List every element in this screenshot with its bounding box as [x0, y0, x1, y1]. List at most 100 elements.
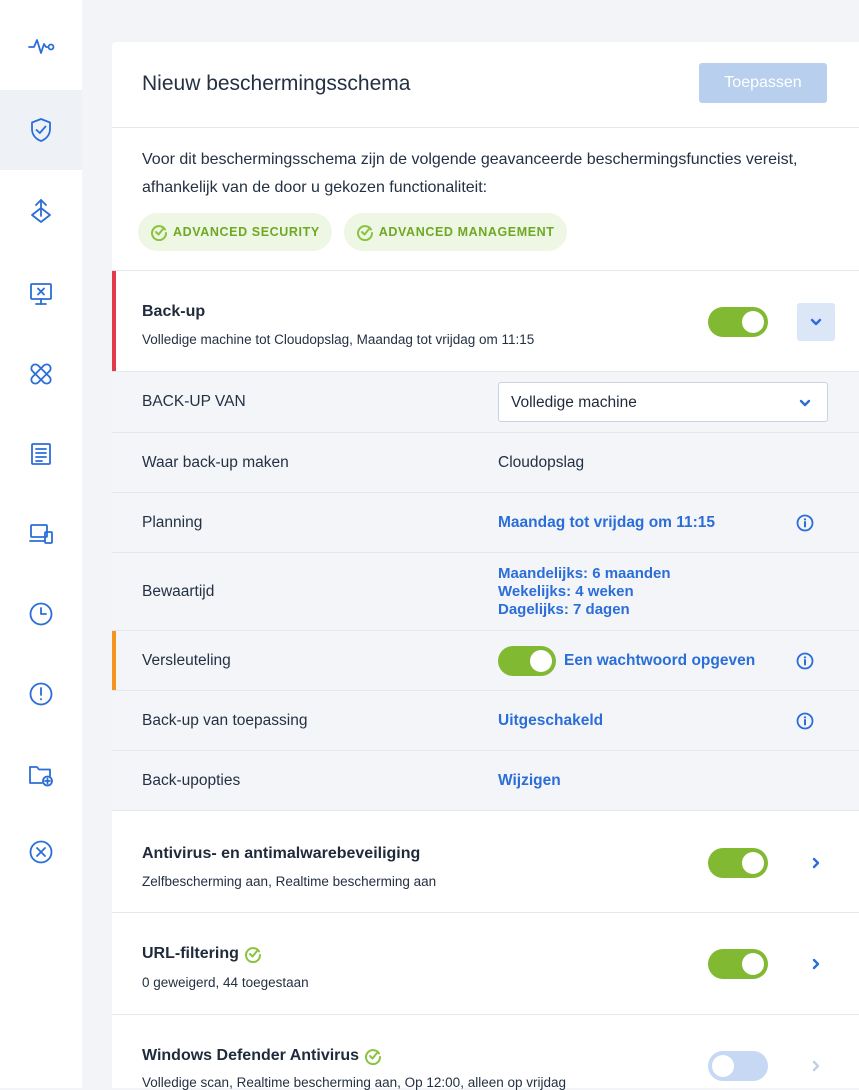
- info-icon[interactable]: [796, 712, 814, 730]
- row-label: Planning: [142, 513, 203, 531]
- encryption-toggle[interactable]: [498, 646, 556, 676]
- chevron-right-icon: [812, 958, 820, 970]
- schedule-link[interactable]: Maandag tot vrijdag om 11:15: [498, 514, 715, 532]
- info-icon[interactable]: [796, 514, 814, 532]
- url-filtering-expand-chevron[interactable]: [806, 954, 826, 974]
- backup-section-header[interactable]: Back-up Volledige machine tot Cloudopsla…: [112, 270, 859, 371]
- deploy-arrows-icon: [31, 199, 51, 223]
- toggle-knob: [530, 650, 552, 672]
- protection-plan-panel: Nieuw beschermingsschema Toepassen Voor …: [112, 42, 859, 1090]
- retention-monthly: Maandelijks: 6 maanden: [498, 565, 671, 582]
- backup-toggle[interactable]: [708, 307, 768, 337]
- error-indicator-bar: [112, 271, 116, 371]
- info-icon[interactable]: [796, 652, 814, 670]
- left-nav-rail: [0, 0, 82, 1088]
- advanced-security-badge: ADVANCED SECURITY: [138, 213, 332, 251]
- chevron-down-icon: [810, 318, 822, 326]
- nav-devices[interactable]: [0, 494, 82, 574]
- monitor-x-icon: [30, 283, 52, 305]
- retention-daily: Dagelijks: 7 dagen: [498, 601, 630, 618]
- nav-protection[interactable]: [0, 90, 82, 170]
- panel-header: Nieuw beschermingsschema Toepassen: [112, 42, 859, 128]
- retention-link[interactable]: Maandelijks: 6 maanden Wekelijks: 4 weke…: [498, 565, 671, 619]
- page-title: Nieuw beschermingsschema: [142, 72, 411, 95]
- advanced-feature-icon: [244, 947, 261, 963]
- backup-options-link[interactable]: Wijzigen: [498, 772, 561, 790]
- nav-close[interactable]: [0, 812, 82, 892]
- row-label: Versleuteling: [142, 651, 231, 669]
- chevron-right-icon: [812, 857, 820, 869]
- destination-value[interactable]: Cloudopslag: [498, 454, 584, 472]
- feature-notice-text: Voor dit beschermingsschema zijn de volg…: [142, 151, 798, 196]
- row-label: Back-upopties: [142, 771, 241, 789]
- defender-title: Windows Defender Antivirus: [142, 1047, 360, 1064]
- devices-icon: [29, 524, 53, 544]
- toggle-knob: [742, 953, 764, 975]
- backup-source-select[interactable]: Volledige machine: [498, 382, 828, 422]
- row-label: Waar back-up maken: [142, 453, 289, 471]
- url-filtering-subtitle: 0 geweigerd, 44 toegestaan: [142, 975, 309, 990]
- backup-collapse-button[interactable]: [797, 303, 835, 341]
- badge-label: ADVANCED MANAGEMENT: [378, 225, 555, 239]
- encryption-password-link[interactable]: Een wachtwoord opgeven: [564, 652, 755, 670]
- row-app-backup: Back-up van toepassing Uitgeschakeld: [112, 690, 859, 750]
- backup-title: Back-up: [142, 303, 206, 320]
- apply-button[interactable]: Toepassen: [699, 63, 827, 103]
- nav-history[interactable]: [0, 574, 82, 654]
- toggle-knob: [742, 852, 764, 874]
- nav-reports[interactable]: [0, 414, 82, 494]
- app-backup-link[interactable]: Uitgeschakeld: [498, 712, 603, 730]
- advanced-management-badge: ADVANCED MANAGEMENT: [343, 213, 567, 251]
- row-backup-source: BACK-UP VAN Volledige machine: [112, 371, 859, 432]
- badge-check-icon: [356, 225, 373, 241]
- nav-remediation[interactable]: [0, 334, 82, 414]
- bandage-icon: [30, 363, 52, 385]
- close-circle-icon: [29, 840, 53, 864]
- retention-weekly: Wekelijks: 4 weken: [498, 583, 634, 600]
- folder-add-icon: [29, 766, 53, 787]
- select-chevron: [795, 393, 815, 413]
- antivirus-toggle[interactable]: [708, 848, 768, 878]
- row-label: BACK-UP VAN: [142, 393, 246, 410]
- windows-defender-section[interactable]: Windows Defender Antivirus Volledige sca…: [112, 1014, 859, 1090]
- row-retention: Bewaartijd Maandelijks: 6 maanden Wekeli…: [112, 552, 859, 630]
- nav-remote-desktop[interactable]: [0, 254, 82, 334]
- advanced-feature-icon: [365, 1049, 382, 1065]
- nav-alerts[interactable]: [0, 654, 82, 734]
- warning-indicator-bar: [112, 631, 116, 690]
- feature-badges: ADVANCED SECURITY ADVANCED MANAGEMENT: [138, 213, 567, 251]
- nav-monitoring[interactable]: [0, 6, 82, 86]
- nav-deployment[interactable]: [0, 172, 82, 252]
- row-schedule: Planning Maandag tot vrijdag om 11:15: [112, 492, 859, 552]
- antivirus-title: Antivirus- en antimalwarebeveiliging: [142, 845, 421, 862]
- badge-check-icon: [151, 225, 168, 241]
- url-filtering-section[interactable]: URL-filtering 0 geweigerd, 44 toegestaan: [112, 912, 859, 1014]
- row-label: Back-up van toepassing: [142, 711, 308, 729]
- defender-toggle[interactable]: [708, 1051, 768, 1081]
- row-destination: Waar back-up maken Cloudopslag: [112, 432, 859, 492]
- report-icon: [31, 443, 51, 465]
- defender-title-wrap: Windows Defender Antivirus: [142, 1047, 382, 1065]
- antivirus-subtitle: Zelfbescherming aan, Realtime beschermin…: [142, 874, 437, 889]
- alert-icon: [29, 682, 53, 706]
- toggle-knob: [712, 1055, 734, 1077]
- chevron-down-icon: [799, 399, 811, 407]
- url-filtering-title: URL-filtering: [142, 945, 239, 962]
- row-encryption: Versleuteling Een wachtwoord opgeven: [112, 630, 859, 690]
- row-backup-options: Back-upopties Wijzigen: [112, 750, 859, 810]
- toggle-knob: [742, 311, 764, 333]
- clock-icon: [29, 602, 53, 626]
- antivirus-section[interactable]: Antivirus- en antimalwarebeveiliging Zel…: [112, 810, 859, 912]
- select-value: Volledige machine: [511, 394, 637, 411]
- url-filtering-toggle[interactable]: [708, 949, 768, 979]
- row-label: Bewaartijd: [142, 582, 215, 600]
- shield-check-icon: [31, 118, 51, 142]
- badge-label: ADVANCED SECURITY: [173, 225, 320, 239]
- url-filtering-title-wrap: URL-filtering: [142, 945, 262, 963]
- backup-subtitle: Volledige machine tot Cloudopslag, Maand…: [142, 332, 535, 347]
- pulse-icon: [28, 39, 55, 54]
- defender-expand-chevron[interactable]: [806, 1056, 826, 1076]
- antivirus-expand-chevron[interactable]: [806, 853, 826, 873]
- chevron-right-icon: [812, 1060, 820, 1072]
- nav-storage[interactable]: [0, 734, 82, 814]
